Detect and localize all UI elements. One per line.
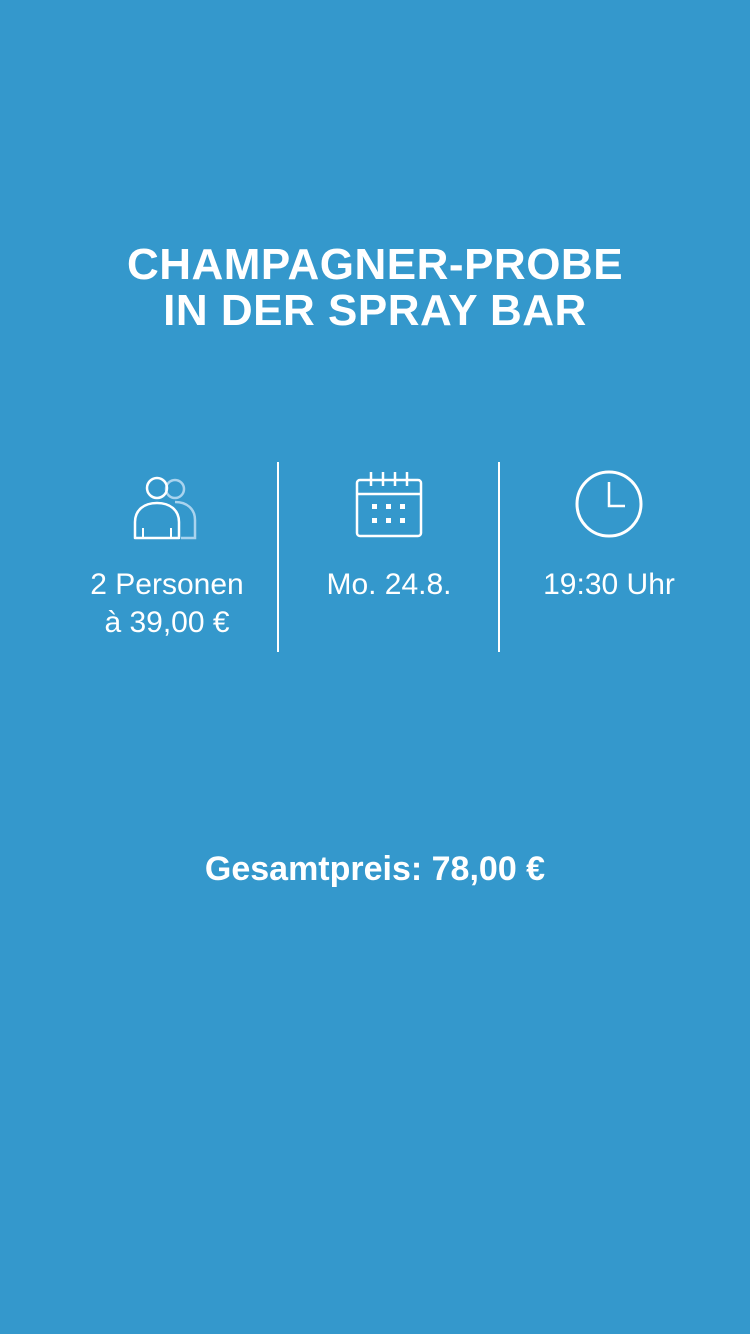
total-price: Gesamtpreis: 78,00 € [204,850,546,888]
booking-details: 2 Personen à 39,00 € Mo. 24.8. 19:30 Uhr [55,462,719,652]
time-label: 19:30 Uhr [543,568,675,601]
title-line-1: CHAMPAGNER-PROBE [126,240,624,289]
date-label: Mo. 24.8. [326,568,452,601]
page-title: CHAMPAGNER-PROBE IN DER SPRAY BAR [0,242,750,334]
title-line-2: IN DER SPRAY BAR [163,286,587,335]
date-detail: Mo. 24.8. [279,462,499,652]
persons-count: 2 Personen [90,568,244,601]
persons-label: 2 Personen à 39,00 € [55,566,279,642]
clock-icon [573,468,645,540]
persons-detail: 2 Personen à 39,00 € [55,462,279,652]
price-per-person: à 39,00 € [104,606,230,639]
persons-icon [131,468,203,540]
time-detail: 19:30 Uhr [499,462,719,652]
calendar-icon [353,468,425,540]
